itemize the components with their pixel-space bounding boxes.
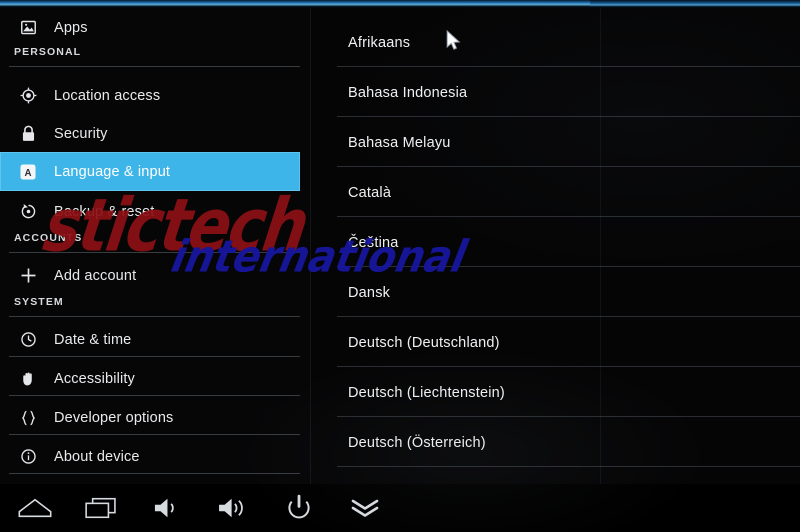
list-divider	[337, 166, 800, 167]
list-divider	[337, 416, 800, 417]
screen-top-glow	[0, 0, 800, 8]
list-item[interactable]: Català	[310, 168, 800, 218]
screen-top-glow-right	[590, 0, 800, 8]
sidebar-item-label: Security	[54, 125, 108, 142]
list-divider	[337, 116, 800, 117]
sidebar-item-label: Date & time	[54, 331, 132, 348]
list-item[interactable]: Deutsch (Österreich)	[310, 418, 800, 468]
sidebar-item-accessibility[interactable]: Accessibility	[0, 359, 300, 398]
sidebar-item-label: Developer options	[54, 409, 174, 426]
image-apps-icon	[14, 16, 42, 40]
sidebar-divider	[9, 316, 300, 317]
list-divider	[337, 266, 800, 267]
list-item[interactable]: Deutsch (Deutschland)	[310, 318, 800, 368]
sidebar-item-label: Location access	[54, 87, 161, 104]
sidebar-item-label: About device	[54, 448, 140, 465]
list-divider	[337, 66, 800, 67]
sidebar-section-header-personal: PERSONAL	[14, 46, 82, 58]
language-name: Deutsch (Deutschland)	[348, 335, 500, 351]
list-divider	[337, 216, 800, 217]
list-divider	[337, 316, 800, 317]
settings-content: Apps PERSONAL Location access Security A…	[0, 8, 800, 484]
sidebar-item-developer-options[interactable]: Developer options	[0, 398, 300, 437]
sidebar-divider	[9, 434, 300, 435]
list-item[interactable]: Deutsch (Liechtenstein)	[310, 368, 800, 418]
sidebar-item-add-account[interactable]: Add account	[0, 256, 300, 295]
language-name: Deutsch (Liechtenstein)	[348, 385, 505, 401]
sidebar-section-header-accounts: ACCOUNTS	[14, 232, 83, 244]
power-icon[interactable]	[266, 484, 332, 532]
language-a-icon: A	[14, 160, 42, 184]
sidebar-divider	[9, 356, 300, 357]
sidebar-item-label: Add account	[54, 267, 137, 284]
sidebar-item-date-and-time[interactable]: Date & time	[0, 320, 300, 359]
sidebar-divider	[9, 66, 300, 67]
sidebar-item-label: Apps	[54, 19, 88, 36]
language-name: Afrikaans	[348, 35, 411, 51]
home-icon[interactable]	[2, 484, 68, 532]
hand-icon	[14, 367, 42, 391]
list-divider	[337, 466, 800, 467]
restore-icon	[14, 200, 42, 224]
sidebar-item-label: Backup & reset	[54, 203, 155, 220]
list-item[interactable]: Bahasa Melayu	[310, 118, 800, 168]
svg-text:A: A	[24, 167, 31, 178]
language-name: Bahasa Melayu	[348, 135, 451, 151]
list-item[interactable]: Dansk	[310, 268, 800, 318]
language-name: Čeština	[348, 235, 399, 251]
language-list: Afrikaans Bahasa Indonesia Bahasa Melayu…	[310, 8, 800, 484]
sidebar-item-language-and-input[interactable]: A Language & input	[0, 152, 300, 191]
list-item[interactable]: Bahasa Indonesia	[310, 68, 800, 118]
sidebar-item-label: Language & input	[54, 163, 171, 180]
clock-icon	[14, 328, 42, 352]
language-name: Deutsch (Österreich)	[348, 435, 486, 451]
list-item[interactable]: Afrikaans	[310, 18, 800, 68]
info-circle-icon	[14, 445, 42, 469]
sidebar-item-label: Accessibility	[54, 370, 135, 387]
braces-icon	[14, 406, 42, 430]
language-name: Català	[348, 185, 392, 201]
chevron-double-down-icon[interactable]	[332, 484, 398, 532]
plus-icon	[14, 264, 42, 288]
lock-icon	[14, 122, 42, 146]
list-divider	[337, 366, 800, 367]
location-crosshair-icon	[14, 84, 42, 108]
android-settings-screen: Apps PERSONAL Location access Security A…	[0, 0, 800, 532]
sidebar-divider	[9, 395, 300, 396]
sidebar-item-backup-and-reset[interactable]: Backup & reset	[0, 192, 300, 231]
sidebar-item-location-access[interactable]: Location access	[0, 76, 300, 115]
system-navigation-bar	[0, 484, 800, 532]
language-name: Bahasa Indonesia	[348, 85, 468, 101]
settings-sidebar: Apps PERSONAL Location access Security A…	[0, 8, 310, 484]
list-item[interactable]: Čeština	[310, 218, 800, 268]
sidebar-item-about-device[interactable]: About device	[0, 437, 300, 476]
language-name: Dansk	[348, 285, 391, 301]
volume-up-icon[interactable]	[200, 484, 266, 532]
sidebar-divider	[9, 473, 300, 474]
sidebar-item-apps[interactable]: Apps	[0, 8, 300, 47]
sidebar-item-security[interactable]: Security	[0, 114, 300, 153]
recents-icon[interactable]	[68, 484, 134, 532]
sidebar-divider	[9, 252, 300, 253]
volume-down-icon[interactable]	[134, 484, 200, 532]
sidebar-section-header-system: SYSTEM	[14, 296, 64, 308]
